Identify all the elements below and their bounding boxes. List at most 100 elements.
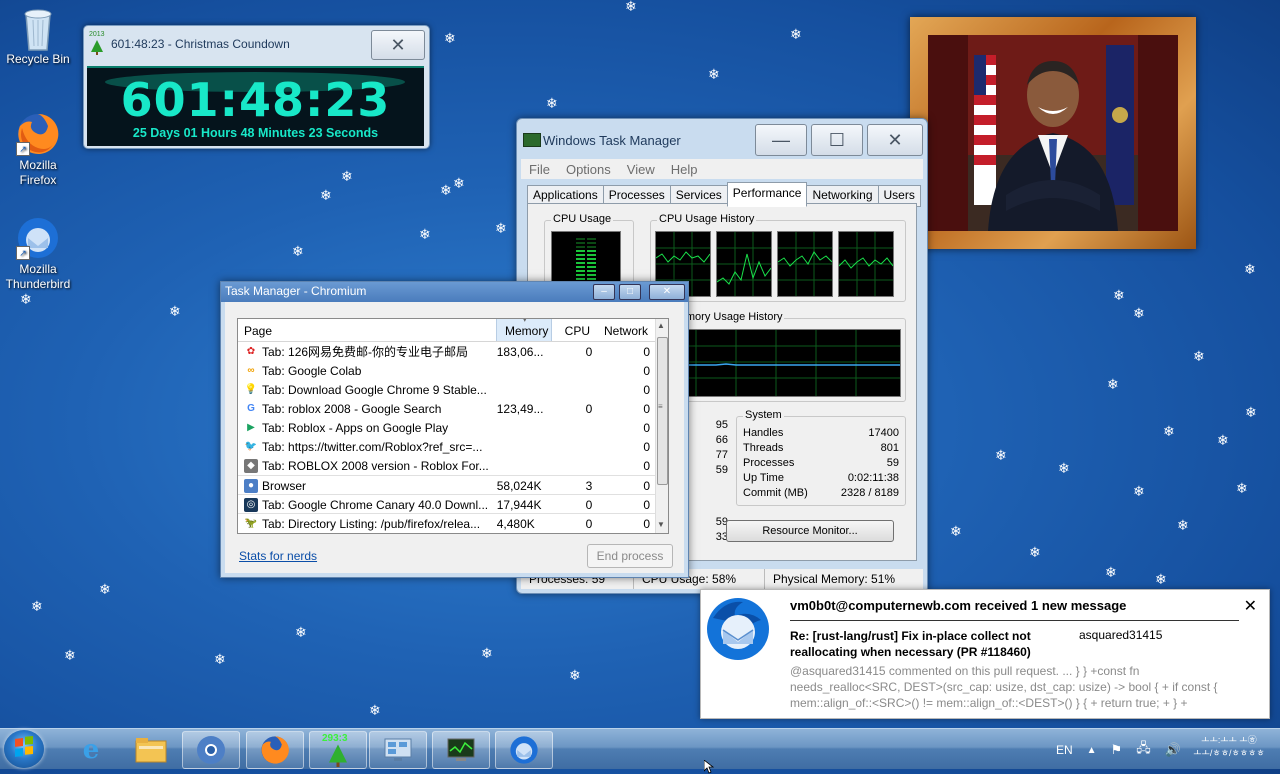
table-row[interactable]: 🦖 Tab: Directory Listing: /pub/firefox/re… xyxy=(238,513,656,533)
row-cpu: 3 xyxy=(585,478,593,493)
column-network[interactable]: Network xyxy=(596,319,656,341)
vertical-scrollbar[interactable]: ▲ ≡ ▼ xyxy=(655,319,668,533)
minimize-button[interactable]: — xyxy=(755,124,807,156)
taskbar-christmas-countdown[interactable]: 293:3 xyxy=(309,731,367,769)
cpu-core-graph xyxy=(838,231,894,297)
christmas-tree-icon xyxy=(329,744,347,767)
chromium-task-manager-window[interactable]: Task Manager - Chromium – □ ✕ Page Memor… xyxy=(220,281,689,578)
system-label: System xyxy=(743,409,784,421)
resource-monitor-button[interactable]: Resource Monitor... xyxy=(726,520,894,542)
table-row[interactable]: ▶ Tab: Roblox - Apps on Google Play 0 xyxy=(238,418,656,437)
action-center-icon[interactable]: ⚑ xyxy=(1111,742,1123,758)
desktop-icon-firefox[interactable]: ↗ Mozilla Firefox xyxy=(0,112,76,188)
network-icon[interactable]: 🖧 xyxy=(1136,739,1151,761)
close-icon: ✕ xyxy=(1243,598,1257,615)
maximize-button[interactable]: □ xyxy=(619,284,641,300)
window-title: Windows Task Manager xyxy=(543,133,681,148)
notification-close-button[interactable]: ✕ xyxy=(1244,596,1257,616)
tab-performance[interactable]: Performance xyxy=(726,182,808,207)
row-page-label: Tab: Roblox - Apps on Google Play xyxy=(262,420,449,435)
clock-time: ㅗㅗ:ㅗㅗ ㅗ㉭ xyxy=(1201,735,1257,745)
cpu-core-graph xyxy=(777,231,833,297)
show-hidden-icons-icon[interactable]: ▲ xyxy=(1087,745,1097,756)
table-row[interactable]: 💡 Tab: Download Google Chrome 9 Stable...… xyxy=(238,380,656,399)
shortcut-arrow-icon: ↗ xyxy=(16,142,30,156)
row-page: G Tab: roblox 2008 - Google Search xyxy=(238,401,491,416)
christmas-tree-icon: 2013 xyxy=(89,31,105,55)
countdown-badge: 293:3 xyxy=(322,733,348,744)
taskbar-thunderbird[interactable] xyxy=(495,731,553,769)
desktop-icon-recycle-bin[interactable]: Recycle Bin xyxy=(0,6,76,67)
column-cpu[interactable]: CPU xyxy=(552,319,596,341)
close-button[interactable]: ✕ xyxy=(867,124,923,156)
table-header: Page Memory ▾ CPU Network xyxy=(238,319,656,342)
message-preview[interactable]: @asquared31415 commented on this pull re… xyxy=(790,663,1230,711)
menu-help[interactable]: Help xyxy=(671,162,698,177)
firefox-icon: ↗ xyxy=(16,112,60,156)
row-cpu: 0 xyxy=(585,401,593,416)
photo-frame-gadget[interactable] xyxy=(910,17,1196,249)
scroll-down-icon[interactable]: ▼ xyxy=(657,520,665,529)
system-group: System Handles 17400 Threads 801 Processes… xyxy=(736,409,906,506)
scrollbar-thumb[interactable] xyxy=(657,337,668,485)
close-icon: ✕ xyxy=(390,34,406,55)
table-row[interactable]: G Tab: roblox 2008 - Google Search 123,49.… xyxy=(238,399,656,418)
taskbar-remote-desktop[interactable] xyxy=(369,731,427,769)
menu-bar: File Options View Help xyxy=(521,159,923,179)
minimize-button[interactable]: – xyxy=(593,284,615,300)
row-page-label: Tab: roblox 2008 - Google Search xyxy=(262,401,442,416)
start-button[interactable] xyxy=(4,730,44,768)
table-row[interactable]: ◆ Tab: ROBLOX 2008 version - Roblox For..… xyxy=(238,456,656,475)
volume-icon[interactable]: 🔊 xyxy=(1165,742,1181,758)
end-process-button[interactable]: End process xyxy=(587,544,673,568)
taskbar-task-manager[interactable] xyxy=(432,731,490,769)
folder-icon xyxy=(135,738,167,763)
column-memory[interactable]: Memory ▾ xyxy=(496,319,552,341)
titlebar[interactable]: Task Manager - Chromium – □ ✕ xyxy=(221,282,688,302)
column-page[interactable]: Page xyxy=(238,319,496,341)
stats-for-nerds-link[interactable]: Stats for nerds xyxy=(239,549,317,563)
table-row[interactable]: ✿ Tab: 126网易免费邮-你的专业电子邮局 183,06... 0 0 xyxy=(238,342,656,361)
minimize-icon: – xyxy=(601,286,607,297)
table-row[interactable]: ● Browser 58,024K 3 0 xyxy=(238,475,656,495)
system-row-threads: Threads 801 xyxy=(743,442,899,454)
shortcut-arrow-icon: ↗ xyxy=(16,246,30,260)
menu-options[interactable]: Options xyxy=(566,162,611,177)
taskbar-chromium[interactable] xyxy=(182,731,240,769)
google-icon: G xyxy=(244,401,258,416)
table-row[interactable]: 🐦 Tab: https://twitter.com/Roblox?ref_src… xyxy=(238,437,656,456)
process-table[interactable]: Page Memory ▾ CPU Network ✿ Tab: 126网易免费邮… xyxy=(237,318,669,534)
row-network: 0 xyxy=(643,401,650,416)
taskbar-firefox[interactable] xyxy=(246,731,304,769)
table-row[interactable]: ∞ Tab: Google Colab 0 xyxy=(238,361,656,380)
colab-icon: ∞ xyxy=(244,363,258,378)
row-network: 0 xyxy=(643,516,650,531)
countdown-digits: 601:48:23 xyxy=(120,73,391,127)
taskbar-explorer[interactable] xyxy=(122,731,180,769)
maximize-button[interactable]: ☐ xyxy=(811,124,863,156)
task-manager-body: Page Memory ▾ CPU Network ✿ Tab: 126网易免费邮… xyxy=(225,302,684,573)
close-button[interactable]: ✕ xyxy=(649,284,685,300)
firefox-dino-icon: 🦖 xyxy=(244,516,258,531)
window-title: Task Manager - Chromium xyxy=(225,284,367,298)
row-page: ▶ Tab: Roblox - Apps on Google Play xyxy=(238,420,491,435)
countdown-close-button[interactable]: ✕ xyxy=(371,30,425,60)
row-page-label: Tab: Google Chrome Canary 40.0 Downl... xyxy=(262,497,489,512)
clock[interactable]: ㅗㅗ:ㅗㅗ ㅗ㉭ ㅗㅗ/ㅎㅎ/ㅎㅎㅎㅎ xyxy=(1184,734,1274,760)
table-row[interactable]: ◎ Tab: Google Chrome Canary 40.0 Downl...… xyxy=(238,494,656,514)
row-memory: 183,06... xyxy=(496,344,544,359)
countdown-window[interactable]: 2013 601:48:23 - Christmas Coundown ✕ 60… xyxy=(83,25,430,149)
language-indicator[interactable]: EN xyxy=(1056,743,1073,757)
thunderbird-icon xyxy=(705,596,771,662)
row-page: ✿ Tab: 126网易免费邮-你的专业电子邮局 xyxy=(238,343,491,360)
status-memory: Physical Memory: 51% xyxy=(773,572,896,586)
new-mail-notification[interactable]: vm0b0t@computernewb.com received 1 new m… xyxy=(700,589,1270,719)
row-network: 0 xyxy=(643,478,650,493)
desktop-icon-thunderbird[interactable]: ↗ Mozilla Thunderbird xyxy=(0,216,76,292)
menu-file[interactable]: File xyxy=(529,162,550,177)
message-subject[interactable]: Re: [rust-lang/rust] Fix in-place collec… xyxy=(790,628,1060,660)
desktop-icon-label: Recycle Bin xyxy=(6,52,70,66)
taskbar-internet-explorer[interactable]: e xyxy=(62,731,120,769)
menu-view[interactable]: View xyxy=(627,162,655,177)
scroll-up-icon[interactable]: ▲ xyxy=(657,321,665,330)
